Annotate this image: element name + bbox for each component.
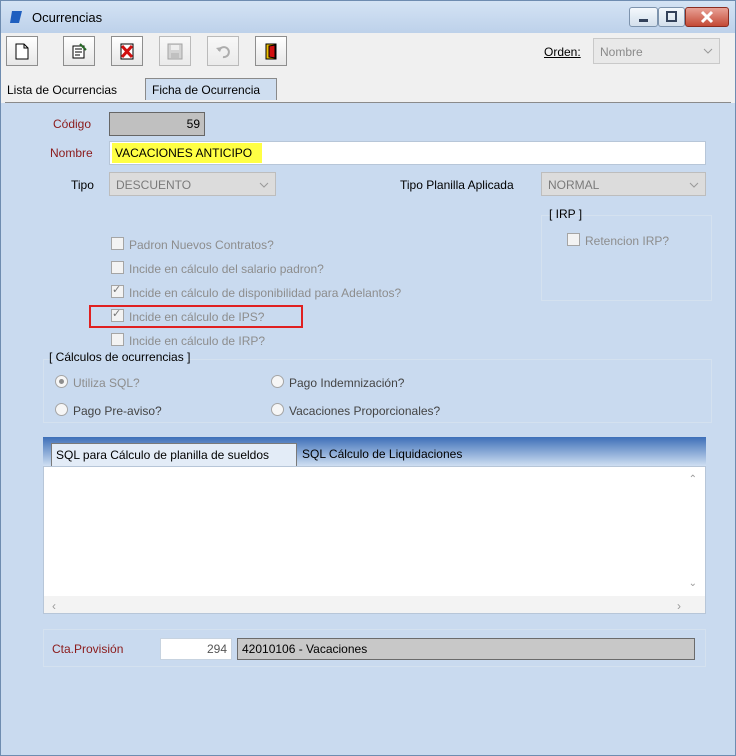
pago-preaviso-dot: [55, 403, 68, 416]
pago-preaviso-label: Pago Pre-aviso?: [73, 404, 162, 418]
exit-icon: [265, 43, 277, 60]
new-document-icon: [15, 43, 29, 60]
tab-ficha-ocurrencia[interactable]: Ficha de Ocurrencia: [145, 78, 277, 100]
padron-box: [111, 237, 124, 250]
irp-checkbox[interactable]: Incide en cálculo de IRP?: [111, 333, 265, 348]
close-button[interactable]: [685, 7, 729, 27]
vacaciones-proporcionales-radio[interactable]: Vacaciones Proporcionales?: [271, 403, 440, 418]
new-button[interactable]: [6, 36, 38, 66]
orden-label: Orden:: [544, 45, 581, 59]
salario-padron-checkbox[interactable]: Incide en cálculo del salario padron?: [111, 261, 324, 276]
scroll-up-icon[interactable]: ⌃: [689, 474, 697, 485]
close-icon: [700, 10, 714, 24]
irp-group-title: [ IRP ]: [549, 207, 583, 221]
app-icon: [10, 11, 22, 23]
pago-preaviso-radio[interactable]: Pago Pre-aviso?: [55, 403, 162, 418]
save-button[interactable]: [159, 36, 191, 66]
orden-select[interactable]: Nombre: [593, 38, 720, 64]
padron-checkbox[interactable]: Padron Nuevos Contratos?: [111, 237, 274, 252]
chevron-down-icon: [259, 182, 269, 188]
window-title: Ocurrencias: [32, 10, 103, 25]
chevron-down-icon: [689, 182, 699, 188]
pago-indemnizacion-dot: [271, 375, 284, 388]
save-icon: [167, 43, 183, 60]
irp-box: [111, 333, 124, 346]
ficha-panel: Código 59 Nombre VACACIONES ANTICIPO Tip…: [5, 102, 731, 755]
exit-button[interactable]: [255, 36, 287, 66]
title-bar: Ocurrencias: [1, 1, 735, 33]
highlight-box: [89, 305, 303, 328]
undo-button[interactable]: [207, 36, 239, 66]
adelantos-box: [111, 283, 124, 298]
utiliza-sql-dot: [55, 375, 68, 388]
tab-lista-ocurrencias[interactable]: Lista de Ocurrencias: [7, 83, 117, 97]
codigo-field[interactable]: 59: [109, 112, 205, 136]
horizontal-scrollbar[interactable]: ‹ ›: [44, 596, 705, 613]
irp-calc-label: Incide en cálculo de IRP?: [129, 334, 266, 348]
minimize-button[interactable]: [629, 7, 658, 27]
tipo-label: Tipo: [71, 178, 94, 192]
tipo-value: DESCUENTO: [116, 178, 192, 192]
cta-provision-label: Cta.Provisión: [52, 642, 124, 656]
ocurrencias-window: Ocurrencias Orden: Nombre Lista de Ocurr…: [0, 0, 736, 756]
minimize-icon: [639, 19, 648, 22]
salario-padron-label: Incide en cálculo del salario padron?: [129, 262, 324, 276]
cta-provision-number[interactable]: 294: [160, 638, 232, 660]
sql-tabs: SQL para Cálculo de planilla de sueldos …: [43, 437, 706, 466]
adelantos-label: Incide en cálculo de disponibilidad para…: [129, 286, 402, 300]
scroll-right-icon[interactable]: ›: [677, 599, 681, 613]
toolbar: Orden: Nombre: [1, 33, 735, 73]
main-tabs: Lista de Ocurrencias Ficha de Ocurrencia: [1, 73, 735, 103]
irp-group: [541, 215, 712, 301]
nombre-value: VACACIONES ANTICIPO: [112, 143, 263, 163]
delete-icon: [120, 43, 134, 60]
scroll-down-icon[interactable]: ⌄: [689, 578, 697, 589]
chevron-down-icon: [703, 48, 713, 54]
tipo-planilla-select[interactable]: NORMAL: [541, 172, 706, 196]
retencion-irp-label: Retencion IRP?: [585, 234, 670, 248]
tipo-planilla-label: Tipo Planilla Aplicada: [400, 178, 514, 192]
tab-sql-planilla-label: SQL para Cálculo de planilla de sueldos: [56, 448, 270, 462]
utiliza-sql-radio[interactable]: Utiliza SQL?: [55, 375, 140, 390]
tab-sql-liquidaciones[interactable]: SQL Cálculo de Liquidaciones: [302, 447, 462, 461]
tipo-select[interactable]: DESCUENTO: [109, 172, 276, 196]
undo-icon: [216, 46, 230, 59]
orden-value: Nombre: [600, 45, 643, 59]
maximize-icon: [666, 11, 677, 22]
vacaciones-proporcionales-label: Vacaciones Proporcionales?: [289, 404, 441, 418]
tipo-planilla-value: NORMAL: [548, 178, 600, 192]
pago-indemnizacion-label: Pago Indemnización?: [289, 376, 405, 390]
codigo-label: Código: [53, 117, 92, 131]
calculos-group-title: [ Cálculos de ocurrencias ]: [49, 350, 191, 364]
delete-button[interactable]: [111, 36, 143, 66]
padron-label: Padron Nuevos Contratos?: [129, 238, 274, 252]
nombre-field[interactable]: VACACIONES ANTICIPO: [109, 141, 706, 165]
retencion-irp-checkbox[interactable]: Retencion IRP?: [567, 233, 669, 248]
vacaciones-proporcionales-dot: [271, 403, 284, 416]
maximize-button[interactable]: [658, 7, 685, 27]
pago-indemnizacion-radio[interactable]: Pago Indemnización?: [271, 375, 404, 390]
edit-button[interactable]: [63, 36, 95, 66]
tab-sql-planilla[interactable]: SQL para Cálculo de planilla de sueldos: [51, 443, 297, 466]
sql-editor[interactable]: ⌃ ⌄ ‹ ›: [43, 466, 706, 614]
tab-ficha-label: Ficha de Ocurrencia: [152, 83, 261, 97]
cta-provision-description: 42010106 - Vacaciones: [237, 638, 695, 660]
nombre-label: Nombre: [50, 146, 93, 160]
scroll-left-icon[interactable]: ‹: [52, 599, 56, 613]
retencion-irp-box: [567, 233, 580, 246]
salario-padron-box: [111, 261, 124, 274]
utiliza-sql-label: Utiliza SQL?: [73, 376, 140, 390]
edit-icon: [72, 43, 87, 59]
adelantos-checkbox[interactable]: Incide en cálculo de disponibilidad para…: [111, 283, 402, 300]
